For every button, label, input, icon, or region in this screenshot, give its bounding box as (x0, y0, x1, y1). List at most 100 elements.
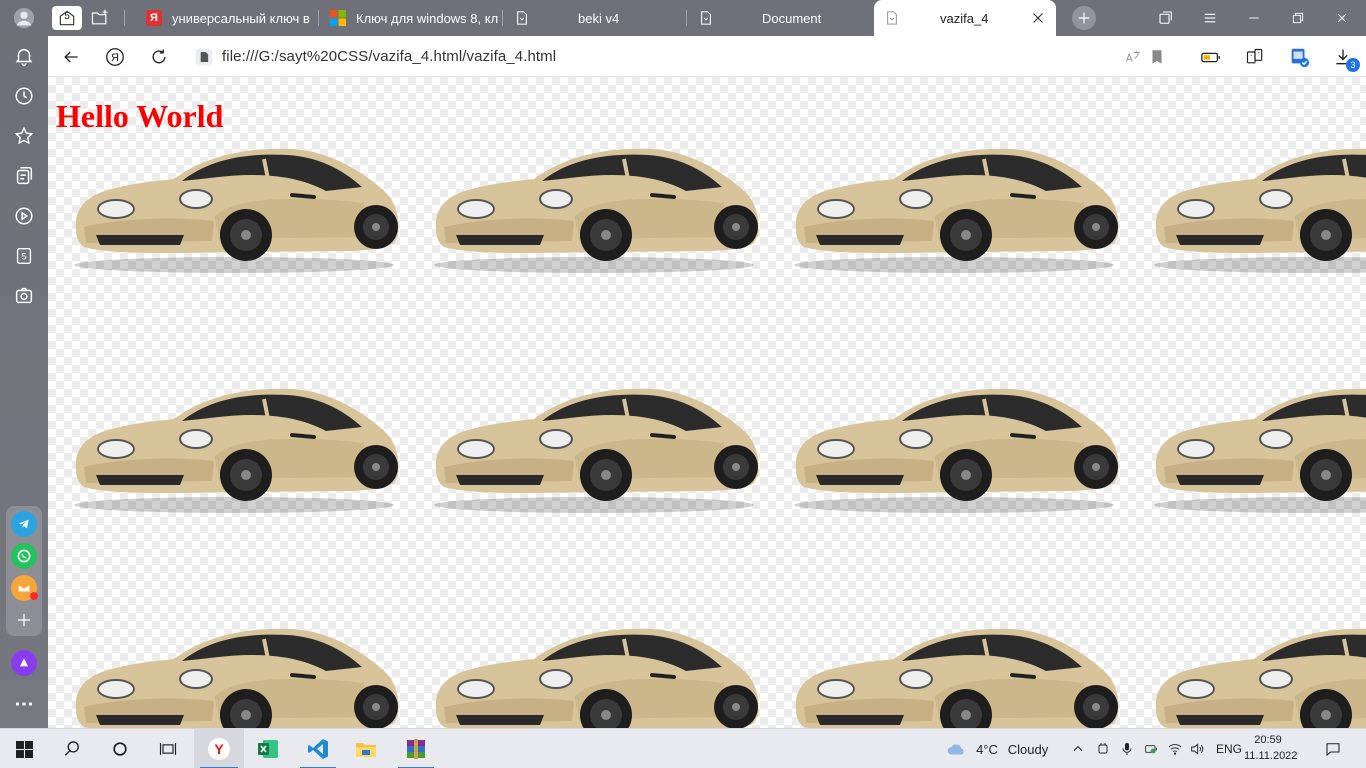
page-heading: Hello World (56, 98, 224, 134)
minimize-icon[interactable] (1242, 6, 1266, 30)
screenshot-icon[interactable] (10, 282, 38, 310)
wifi-icon[interactable] (1164, 729, 1186, 768)
tab-separator (502, 10, 503, 26)
svg-text:Я: Я (111, 52, 119, 64)
yandex-logo-icon[interactable]: Я (102, 44, 128, 70)
winrar-icon[interactable] (392, 729, 440, 768)
car-background-image (64, 117, 404, 277)
tab-document[interactable]: Document (698, 0, 868, 36)
notification-dot (30, 592, 38, 600)
weather-temperature[interactable]: 4°C (972, 729, 1002, 768)
tab-strip: 5 Я универсальный ключ в Ключ для window… (48, 0, 1366, 36)
bell-icon[interactable] (10, 42, 38, 70)
tab-separator (318, 10, 319, 26)
file-icon (884, 10, 900, 26)
tab-title: vazifa_4 (940, 10, 989, 26)
history-icon[interactable] (10, 82, 38, 110)
car-background-image (64, 357, 404, 517)
car-background-image (784, 597, 1124, 728)
alice-icon[interactable] (11, 650, 37, 676)
clock[interactable]: 20:59 11.11.2022 (1244, 732, 1298, 764)
tab-count-badge: 5 (64, 11, 70, 22)
back-icon[interactable] (58, 44, 84, 70)
car-background-image (64, 597, 404, 728)
battery-saver-icon[interactable] (1198, 44, 1224, 70)
restore-icon[interactable] (1286, 6, 1310, 30)
new-tab-group-icon[interactable] (88, 6, 112, 30)
star-icon[interactable] (10, 122, 38, 150)
yandex-sidebar: 5 (0, 0, 48, 728)
extensions-icon[interactable] (1242, 44, 1268, 70)
cortana-icon[interactable] (96, 729, 144, 768)
start-icon[interactable] (0, 729, 48, 768)
whatsapp-icon[interactable] (11, 543, 37, 569)
tab-title: beki v4 (578, 10, 620, 26)
downloads-icon[interactable]: 3 (1330, 44, 1360, 72)
reload-icon[interactable] (146, 44, 172, 70)
car-background-image (424, 597, 764, 728)
file-explorer-icon[interactable] (342, 729, 390, 768)
web-page-viewport: Hello World (48, 77, 1366, 728)
windows-icon (330, 10, 346, 26)
tab-separator (124, 10, 125, 26)
clock-date: 11.11.2022 (1244, 750, 1298, 762)
tab-universal-key[interactable]: Я универсальный ключ в (146, 0, 318, 36)
address-toolbar: Я file:///G:/sayt%20CSS/vazifa_4.html/va… (48, 36, 1366, 77)
yandex-icon: Я (146, 10, 162, 26)
page-file-icon[interactable] (194, 47, 214, 72)
search-icon[interactable] (48, 729, 96, 768)
tab-beki-v4[interactable]: beki v4 (514, 0, 684, 36)
tab-title: Document (762, 10, 822, 26)
translate-icon[interactable] (1120, 44, 1146, 70)
screenshot-extension-icon[interactable] (1286, 44, 1312, 70)
volume-icon[interactable] (1186, 729, 1208, 768)
five-icon[interactable]: 5 (10, 242, 38, 270)
new-tab-button[interactable] (1072, 6, 1096, 30)
svg-text:5: 5 (21, 252, 26, 262)
chevron-up-icon[interactable] (1068, 729, 1088, 768)
car-background-image (1144, 117, 1366, 277)
add-icon[interactable] (11, 607, 37, 633)
excel-icon[interactable] (244, 729, 292, 768)
tab-counter-button[interactable]: 5 (52, 6, 82, 30)
weather-cloud-icon[interactable] (940, 729, 972, 768)
notification-center-icon[interactable] (1316, 729, 1350, 768)
user-icon[interactable] (10, 4, 38, 32)
more-icon[interactable] (10, 690, 38, 718)
svg-text:Y: Y (214, 741, 224, 757)
usb-device-icon[interactable] (1092, 729, 1114, 768)
downloads-count-badge: 3 (1346, 58, 1360, 72)
tab-list-icon[interactable] (1154, 6, 1178, 30)
car-background-image (424, 117, 764, 277)
car-background-image (784, 117, 1124, 277)
tab-vazifa-4[interactable]: vazifa_4 (874, 0, 1056, 36)
tab-windows-key[interactable]: Ключ для windows 8, кл (330, 0, 500, 36)
clock-time: 20:59 (1254, 734, 1282, 746)
car-background-image (1144, 597, 1366, 728)
url-field[interactable]: file:///G:/sayt%20CSS/vazifa_4.html/vazi… (222, 48, 556, 65)
car-background-image (1144, 357, 1366, 517)
battery-icon[interactable] (1140, 729, 1162, 768)
windows-taskbar: Y 4°C Cloudy ENG 20:59 11.11.2022 (0, 728, 1366, 768)
file-icon (698, 10, 714, 26)
file-icon (514, 10, 530, 26)
tab-title: универсальный ключ в (172, 10, 310, 26)
play-icon[interactable] (10, 202, 38, 230)
mail-icon[interactable] (11, 575, 38, 601)
weather-description[interactable]: Cloudy (1002, 729, 1054, 768)
tab-title: Ключ для windows 8, кл (356, 10, 499, 26)
tab-separator (686, 10, 687, 26)
menu-icon[interactable] (1198, 6, 1222, 30)
collections-icon[interactable] (10, 162, 38, 190)
car-background-image (784, 357, 1124, 517)
task-view-icon[interactable] (144, 729, 192, 768)
language-indicator[interactable]: ENG (1212, 729, 1246, 768)
telegram-icon[interactable] (11, 511, 37, 537)
close-window-icon[interactable] (1330, 6, 1354, 30)
bookmark-icon[interactable] (1144, 44, 1170, 70)
microphone-icon[interactable] (1116, 729, 1138, 768)
yandex-browser-icon[interactable]: Y (194, 729, 244, 768)
close-tab-icon[interactable] (1030, 10, 1046, 26)
vscode-icon[interactable] (294, 729, 342, 768)
car-background-image (424, 357, 764, 517)
